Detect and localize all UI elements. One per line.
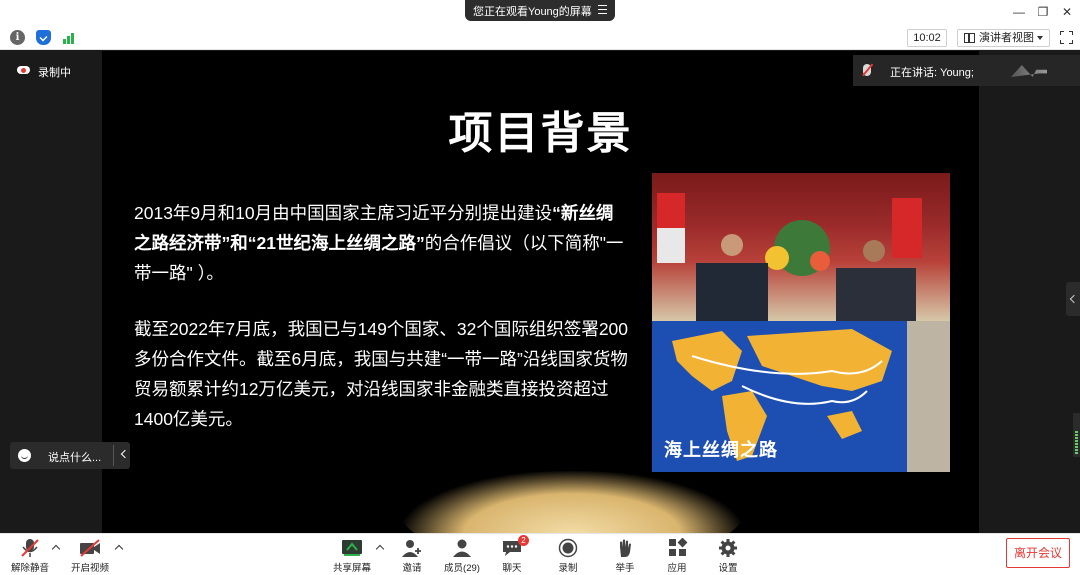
side-panel-toggle[interactable] xyxy=(1066,282,1080,316)
slide-image: 海上丝绸之路 xyxy=(652,173,950,472)
menu-icon[interactable] xyxy=(598,5,607,14)
add-user-icon xyxy=(402,540,421,557)
members-icon xyxy=(453,539,471,557)
gear-icon xyxy=(719,539,737,557)
photo-illustration xyxy=(657,193,922,321)
network-signal-icon[interactable] xyxy=(62,30,77,45)
silk-road-map: 海上丝绸之路 xyxy=(652,321,950,472)
start-video-button[interactable]: 开启视频 xyxy=(60,538,120,574)
share-screen-icon xyxy=(342,540,362,556)
active-speaker-indicator: 正在讲话: Young; xyxy=(853,55,1080,86)
chat-label: 聊天 xyxy=(502,563,522,574)
apps-icon xyxy=(669,538,688,556)
presentation-slide: 项目背景 2013年9月和10月由中国国家主席习近平分别提出建设“新丝绸之路经济… xyxy=(102,51,979,533)
chevron-left-icon[interactable] xyxy=(120,449,130,459)
slide-paragraph-1: 2013年9月和10月由中国国家主席习近平分别提出建设“新丝绸之路经济带”和“2… xyxy=(134,198,629,288)
chat-placeholder: 说点什么... xyxy=(48,452,102,464)
share-screen-label: 共享屏幕 xyxy=(332,563,371,574)
unmute-button[interactable]: 解除静音 xyxy=(0,538,60,574)
meeting-window: 您正在观看Young的屏幕 — ❐ ✕ i 10:02 演讲者视图 录制中 项目… xyxy=(0,0,1080,575)
paragraph1-text: 2013年9月和10月由中国国家主席习近平分别提出建设 xyxy=(134,203,553,223)
audio-level-meter xyxy=(1073,413,1080,457)
map-caption: 海上丝绸之路 xyxy=(664,440,778,461)
settings-label: 设置 xyxy=(718,563,738,574)
record-icon xyxy=(558,538,578,558)
view-mode-label: 演讲者视图 xyxy=(979,32,1034,44)
muted-mic-icon xyxy=(21,539,39,557)
muted-mic-icon xyxy=(863,64,871,76)
security-shield-icon[interactable] xyxy=(36,30,51,45)
video-off-icon xyxy=(80,539,100,557)
shared-screen-area: 录制中 项目背景 2013年9月和10月由中国国家主席习近平分别提出建设“新丝绸… xyxy=(0,51,1080,533)
hand-icon xyxy=(620,539,631,557)
close-button[interactable]: ✕ xyxy=(1060,5,1074,19)
chat-unread-badge: 2 xyxy=(518,535,529,546)
slide-paragraph-2: 截至2022年7月底，我国已与149个国家、32个国际组织签署200多份合作文件… xyxy=(134,319,629,429)
settings-button[interactable]: 设置 xyxy=(698,538,758,574)
leave-meeting-button[interactable]: 离开会议 xyxy=(1006,538,1070,568)
start-video-label: 开启视频 xyxy=(70,563,109,574)
undo-icon[interactable] xyxy=(1011,65,1047,77)
unmute-label: 解除静音 xyxy=(10,563,49,574)
view-mode-select[interactable]: 演讲者视图 xyxy=(957,29,1050,47)
slide-title: 项目背景 xyxy=(448,108,633,159)
emoji-icon[interactable] xyxy=(18,449,31,462)
record-button[interactable]: 录制 xyxy=(538,538,598,574)
quick-chat-input[interactable]: 说点什么... xyxy=(10,442,130,469)
record-label: 录制 xyxy=(558,563,578,574)
info-icon[interactable]: i xyxy=(10,30,25,45)
speaker-name: 正在讲话: Young; xyxy=(890,67,974,79)
meeting-controls: 解除静音 开启视频 共享屏幕 邀请 成员(29) 2 聊天 录制 举手 应用 设… xyxy=(0,533,1080,575)
restore-button[interactable]: ❐ xyxy=(1036,5,1050,19)
raise-hand-label: 举手 xyxy=(615,563,635,574)
title-bar: 您正在观看Young的屏幕 — ❐ ✕ xyxy=(0,0,1080,26)
share-notice-text: 您正在观看Young的屏幕 xyxy=(473,5,592,18)
layout-icon xyxy=(964,33,975,43)
chevron-down-icon xyxy=(1037,36,1043,40)
chat-button[interactable]: 2 聊天 xyxy=(482,535,542,574)
leaders-photo xyxy=(652,173,950,321)
decorative-swirl xyxy=(402,471,742,533)
minimize-button[interactable]: — xyxy=(1012,5,1026,19)
raise-hand-button[interactable]: 举手 xyxy=(595,538,655,574)
share-screen-button[interactable]: 共享屏幕 xyxy=(322,538,382,574)
cloud-record-icon xyxy=(17,66,30,74)
meeting-toolbar: i 10:02 演讲者视图 xyxy=(0,26,1080,50)
recording-indicator: 录制中 xyxy=(17,64,71,80)
meeting-clock: 10:02 xyxy=(907,29,947,47)
divider xyxy=(113,445,114,466)
fullscreen-icon[interactable] xyxy=(1060,31,1073,44)
screen-share-notice[interactable]: 您正在观看Young的屏幕 xyxy=(465,0,615,21)
